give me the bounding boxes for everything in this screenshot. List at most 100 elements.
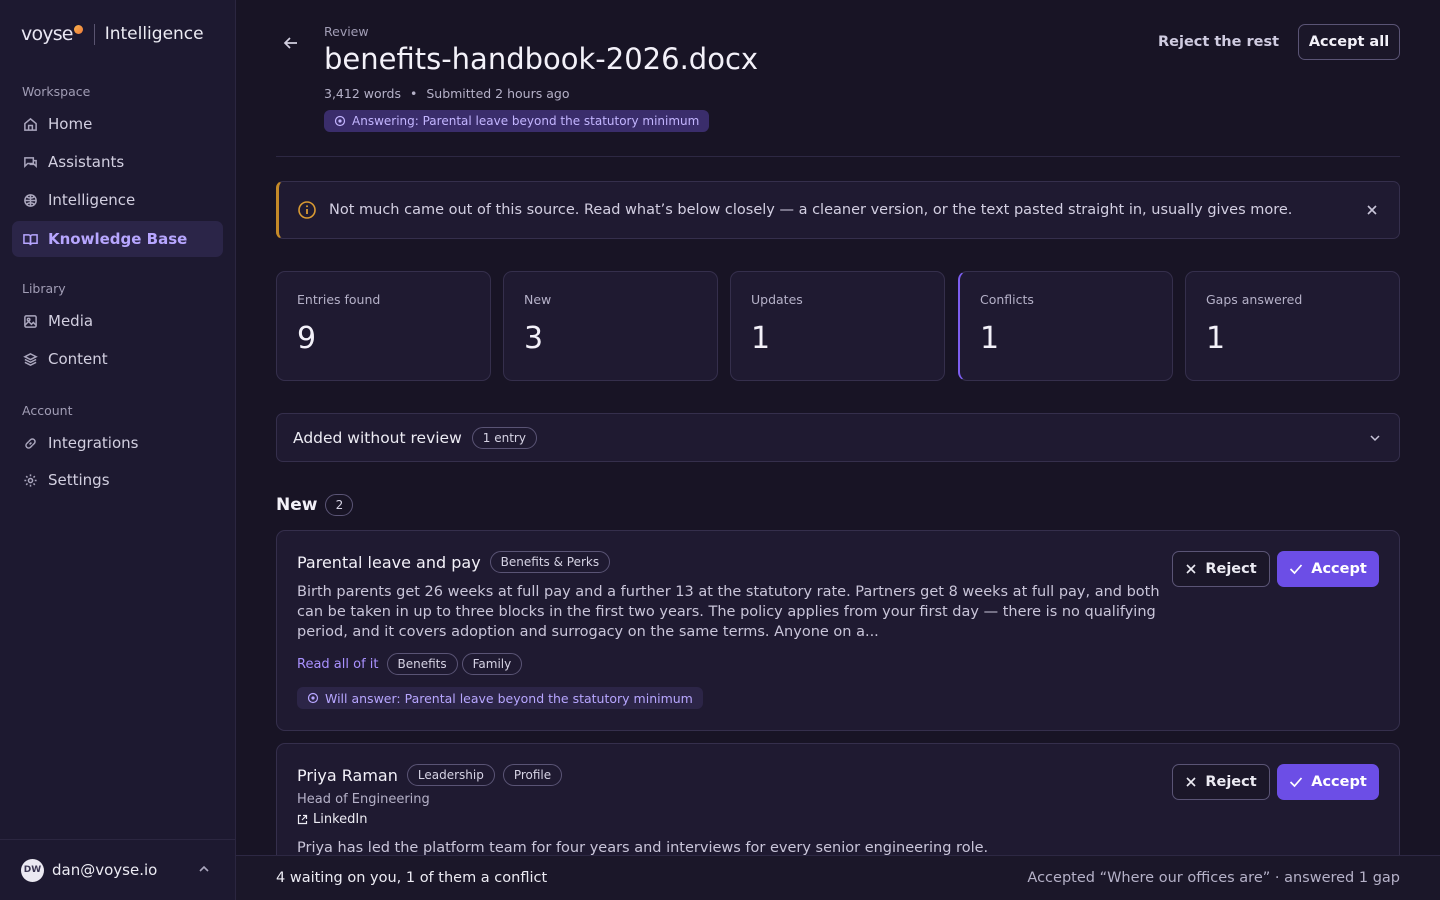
avatar: DW [21,858,44,882]
stat-label: Entries found [297,292,381,307]
document-meta: 3,412 words • Submitted 2 hours ago [324,86,569,101]
link-icon [22,435,38,451]
sidebar-item-label: Integrations [48,434,139,452]
stat-value: 9 [297,321,317,356]
header-divider [276,156,1400,157]
stat-value: 3 [524,321,544,356]
read-more-link[interactable]: Read all of it [297,657,379,672]
link-label: LinkedIn [313,812,368,827]
target-icon [307,692,319,704]
sidebar-item-integrations[interactable]: Integrations [12,425,223,461]
reject-button[interactable]: Reject [1172,551,1270,587]
brand-separator [93,23,95,45]
reject-label: Reject [1205,561,1257,577]
brand-logo: voyse [21,23,83,45]
close-icon [1186,777,1196,787]
reject-button[interactable]: Reject [1172,764,1270,800]
brand-product-name: Intelligence [104,24,204,44]
book-icon [22,231,38,247]
stat-label: New [524,292,552,307]
sidebar-item-assistants[interactable]: Assistants [12,144,223,180]
nav-section-account: Account [22,403,73,418]
stat-label: Gaps answered [1206,292,1303,307]
brand[interactable]: voyse Intelligence [21,20,204,48]
stat-new: New 3 [503,271,718,381]
nav-section-library: Library [22,281,66,296]
will-answer-text: Will answer: Parental leave beyond the s… [325,690,693,706]
back-arrow-icon[interactable] [281,33,301,53]
sidebar-item-content[interactable]: Content [12,341,223,377]
layers-icon [22,351,38,367]
stat-value: 1 [980,321,1000,356]
sidebar-item-label: Settings [48,471,110,489]
sidebar: voyse Intelligence Workspace Home Assist… [0,0,236,900]
chevron-down-icon [1370,435,1380,442]
target-icon [334,115,346,127]
will-answer-badge: Will answer: Parental leave beyond the s… [297,687,703,709]
sidebar-item-home[interactable]: Home [12,106,223,142]
page-eyebrow: Review [324,24,369,39]
entry-title: Priya Raman [297,765,398,785]
stat-conflicts[interactable]: Conflicts 1 [958,271,1173,381]
accept-all-button[interactable]: Accept all [1298,24,1400,60]
accept-label: Accept [1311,561,1367,577]
sidebar-item-knowledge-base[interactable]: Knowledge Base [12,221,223,257]
stat-updates: Updates 1 [730,271,945,381]
accept-button[interactable]: Accept [1277,551,1379,587]
answering-badge: Answering: Parental leave beyond the sta… [324,110,710,132]
activity-summary: Accepted “Where our offices are” · answe… [1027,870,1400,886]
sidebar-item-label: Media [48,312,94,330]
entry-body: Birth parents get 26 weeks at full pay a… [297,584,1160,640]
gear-icon [22,472,38,488]
accept-label: Accept [1311,774,1367,790]
sidebar-item-media[interactable]: Media [12,303,223,339]
entry-title: Parental leave and pay [297,552,481,572]
collapse-title: Added without review [293,428,462,447]
pending-summary: 4 waiting on you, 1 of them a conflict [276,870,548,886]
submitted-time: Submitted 2 hours ago [426,86,570,101]
sidebar-item-intelligence[interactable]: Intelligence [12,182,223,218]
chevron-up-icon[interactable] [198,863,210,875]
sidebar-item-label: Home [48,115,93,133]
added-without-review-toggle[interactable]: Added without review 1 entry [276,413,1400,462]
tag: Benefits [386,653,458,675]
sidebar-item-settings[interactable]: Settings [12,462,223,498]
status-footer: 4 waiting on you, 1 of them a conflict A… [236,855,1440,900]
stat-entries-found: Entries found 9 [276,271,491,381]
stat-label: Conflicts [980,292,1034,307]
nav-section-workspace: Workspace [22,84,91,99]
entry-subtitle: Head of Engineering [297,792,430,807]
close-icon[interactable] [1365,203,1379,217]
main-content: Review benefits-handbook-2026.docx 3,412… [236,0,1440,855]
word-count: 3,412 words [324,86,401,101]
stat-gaps-answered: Gaps answered 1 [1185,271,1400,381]
tag: Family [461,653,523,675]
section-title: New [276,495,318,515]
stat-value: 1 [751,321,771,356]
warning-banner: Not much came out of this source. Read w… [276,181,1400,239]
entry-header: Priya Raman Leadership Profile [297,764,563,786]
accept-button[interactable]: Accept [1277,764,1379,800]
linkedin-link[interactable]: LinkedIn [297,812,367,827]
stat-label: Updates [751,292,803,307]
image-icon [22,313,38,329]
section-count-badge: 2 [325,494,354,516]
entry-card: Priya Raman Leadership Profile Reject Ac… [276,743,1400,855]
sidebar-item-label: Knowledge Base [48,230,188,248]
entry-card: Parental leave and pay Benefits & Perks … [276,530,1400,731]
reject-label: Reject [1205,774,1257,790]
section-new-heading: New 2 [276,494,354,516]
user-menu[interactable]: DW dan@voyse.io [0,839,236,900]
category-tag: Benefits & Perks [489,551,611,573]
check-icon [1290,777,1303,788]
tag: Leadership [406,764,495,786]
home-icon [22,116,38,132]
reject-rest-button[interactable]: Reject the rest [1158,34,1279,50]
warning-text: Not much came out of this source. Read w… [329,202,1293,218]
entry-tags-row: Read all of it Benefits Family [297,653,523,675]
tag: Profile [502,764,563,786]
sidebar-item-label: Content [48,350,108,368]
brain-icon [22,192,38,208]
stat-value: 1 [1206,321,1226,356]
brand-logo-mark [73,25,83,34]
